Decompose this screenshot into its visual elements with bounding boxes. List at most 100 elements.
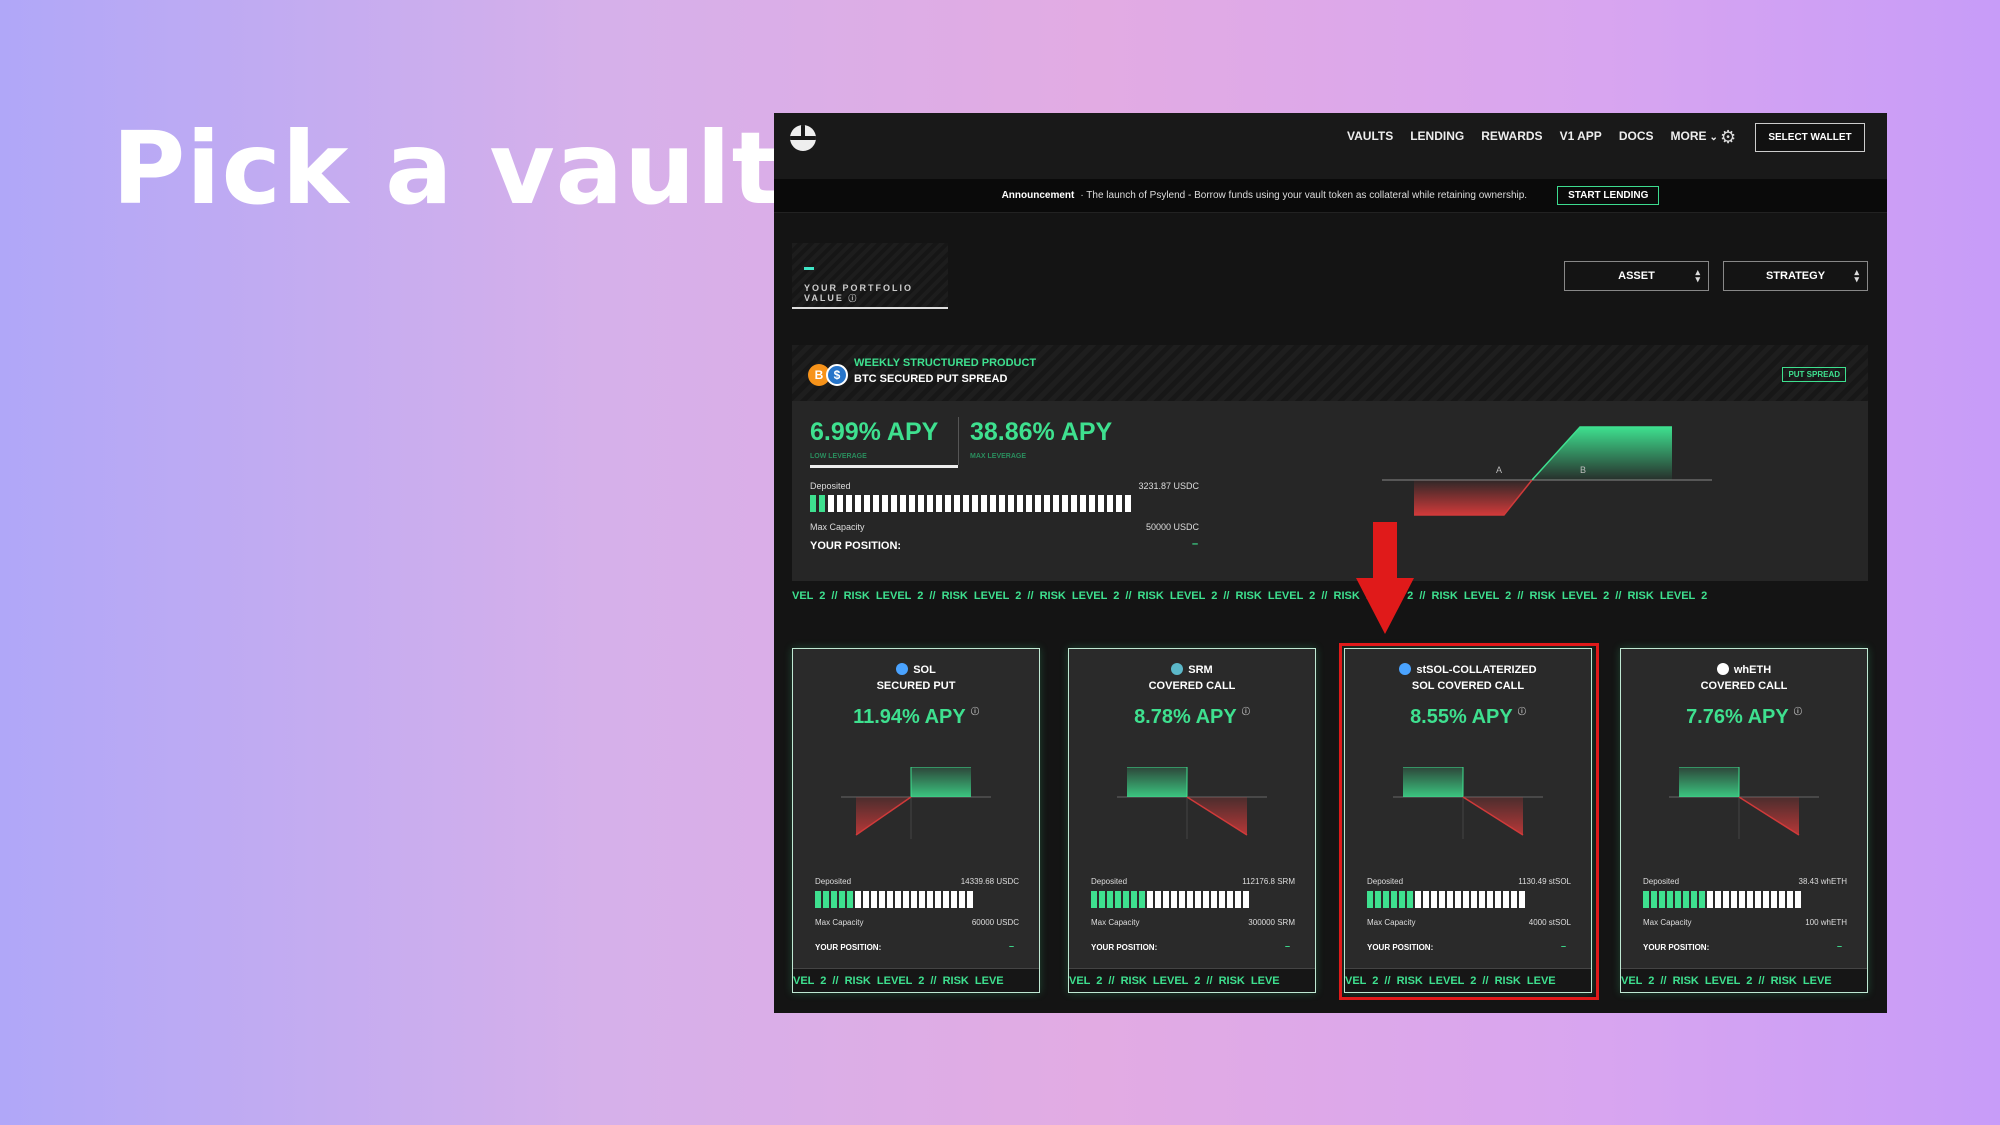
vault-apy: 11.94% APY ⓘ — [793, 706, 1039, 729]
down-arrow-icon — [1356, 522, 1414, 634]
capacity-segment — [819, 495, 825, 512]
nav-docs[interactable]: DOCS — [1619, 129, 1654, 143]
apy-max-leverage[interactable]: 38.86% APY — [970, 418, 1112, 447]
nav-rewards[interactable]: REWARDS — [1481, 129, 1542, 143]
capacity-segment — [1659, 891, 1665, 908]
deposited-label: Deposited — [1091, 877, 1128, 886]
capacity-label: Max Capacity — [1091, 918, 1140, 927]
capacity-bar — [810, 495, 1131, 512]
featured-vault-body[interactable]: 6.99% APY LOW LEVERAGE 38.86% APY MAX LE… — [792, 401, 1868, 581]
slide-title: Pick a vault — [112, 110, 781, 227]
info-icon[interactable]: ⓘ — [1242, 707, 1250, 716]
capacity-segment — [963, 495, 969, 512]
deposited-value: 112176.8 SRM — [1242, 877, 1295, 886]
deposited-value: 3231.87 USDC — [1138, 481, 1199, 491]
vault-strategy: SECURED PUT — [876, 680, 956, 692]
capacity-segment — [1763, 891, 1769, 908]
vault-asset: SOL — [793, 663, 1039, 676]
portfolio-label-text: YOUR PORTFOLIO VALUE — [804, 283, 913, 303]
capacity-label: Max Capacity — [815, 918, 864, 927]
capacity-value: 100 whETH — [1805, 918, 1847, 927]
capacity-segment — [1123, 891, 1129, 908]
risk-level-ticker: VEL 2 // RISK LEVEL 2 // RISK LEVE — [793, 968, 1039, 992]
position-value: – — [1285, 941, 1291, 951]
capacity-label: Max Capacity — [810, 522, 865, 532]
capacity-segment — [1044, 495, 1050, 512]
capacity-segment — [1089, 495, 1095, 512]
capacity-segment — [839, 891, 845, 908]
strategy-badge: PUT SPREAD — [1782, 367, 1846, 382]
vault-asset-label: SOL — [913, 664, 936, 676]
capacity-segment — [1755, 891, 1761, 908]
announcement-text: · The launch of Psylend - Borrow funds u… — [1080, 190, 1528, 201]
start-lending-button[interactable]: START LENDING — [1557, 186, 1660, 205]
nav-lending[interactable]: LENDING — [1410, 129, 1464, 143]
vault-payoff-chart — [841, 767, 991, 839]
capacity-segment — [823, 891, 829, 908]
apy-low-leverage[interactable]: 6.99% APY — [810, 418, 938, 447]
capacity-segment — [1098, 495, 1104, 512]
capacity-segment — [1235, 891, 1241, 908]
capacity-segment — [1227, 891, 1233, 908]
nav-more[interactable]: MORE ⌄ — [1670, 129, 1717, 143]
portfolio-label: YOUR PORTFOLIO VALUE ⓘ — [804, 283, 948, 304]
capacity-segment — [1715, 891, 1721, 908]
capacity-segment — [1699, 891, 1705, 908]
info-icon[interactable]: ⓘ — [848, 294, 858, 303]
select-wallet-button[interactable]: SELECT WALLET — [1755, 123, 1865, 152]
apy-max-label: MAX LEVERAGE — [970, 453, 1027, 460]
asset-icon — [1716, 663, 1729, 675]
capacity-segment — [918, 495, 924, 512]
payoff-mark-a: A — [1496, 465, 1502, 475]
nav-more-label: MORE — [1670, 129, 1707, 143]
vault-apy-value: 11.94% APY — [853, 706, 966, 728]
portfolio-value — [804, 267, 814, 270]
capacity-segment — [936, 495, 942, 512]
capacity-bar — [815, 891, 973, 908]
position-value: – — [1192, 538, 1199, 550]
vault-apy-value: 7.76% APY — [1686, 706, 1789, 728]
capacity-segment — [1062, 495, 1068, 512]
capacity-segment — [909, 495, 915, 512]
capacity-segment — [951, 891, 957, 908]
capacity-segment — [1116, 495, 1122, 512]
payoff-gain-area — [1532, 427, 1672, 480]
capacity-segment — [873, 495, 879, 512]
info-icon[interactable]: ⓘ — [1794, 707, 1802, 716]
capacity-segment — [967, 891, 973, 908]
deposited-label: Deposited — [810, 481, 851, 491]
position-value: – — [1837, 941, 1843, 951]
capacity-segment — [1747, 891, 1753, 908]
usdc-icon: $ — [826, 364, 848, 386]
capacity-segment — [1195, 891, 1201, 908]
deposited-value: 38.43 whETH — [1798, 877, 1847, 886]
capacity-segment — [1107, 495, 1113, 512]
psyfi-logo-icon[interactable] — [790, 125, 816, 151]
capacity-segment — [1779, 891, 1785, 908]
strategy-filter-select[interactable]: STRATEGY ▴ ▾ — [1723, 261, 1868, 291]
capacity-segment — [1115, 891, 1121, 908]
capacity-segment — [999, 495, 1005, 512]
top-nav: VAULTS LENDING REWARDS V1 APP DOCS MORE ⌄… — [774, 113, 1887, 179]
capacity-segment — [1080, 495, 1086, 512]
announcement-label: Announcement — [1001, 190, 1075, 201]
app-screenshot: VAULTS LENDING REWARDS V1 APP DOCS MORE ⌄… — [774, 113, 1887, 1013]
vault-apy: 7.76% APY ⓘ — [1621, 706, 1867, 729]
payoff-loss-area — [1414, 480, 1532, 515]
asset-icon — [896, 663, 909, 675]
capacity-segment — [1008, 495, 1014, 512]
vault-card[interactable]: SOL SECURED PUT 11.94% APY ⓘ Deposited 14339… — [792, 648, 1040, 993]
featured-vault-header[interactable]: B $ WEEKLY STRUCTURED PRODUCT BTC SECURE… — [792, 345, 1868, 401]
gear-icon[interactable]: ⚙ — [1720, 127, 1736, 148]
nav-v1-app[interactable]: V1 APP — [1560, 129, 1602, 143]
vault-card[interactable]: whETH COVERED CALL 7.76% APY ⓘ Deposited 38.… — [1620, 648, 1868, 993]
capacity-value: 300000 SRM — [1248, 918, 1295, 927]
capacity-segment — [927, 891, 933, 908]
capacity-segment — [1683, 891, 1689, 908]
info-icon[interactable]: ⓘ — [971, 707, 979, 716]
asset-filter-select[interactable]: ASSET ▴ ▾ — [1564, 261, 1709, 291]
nav-vaults[interactable]: VAULTS — [1347, 129, 1393, 143]
vault-card[interactable]: SRM COVERED CALL 8.78% APY ⓘ Deposited 11217… — [1068, 648, 1316, 993]
featured-subtitle: BTC SECURED PUT SPREAD — [854, 373, 1008, 385]
capacity-segment — [1147, 891, 1153, 908]
